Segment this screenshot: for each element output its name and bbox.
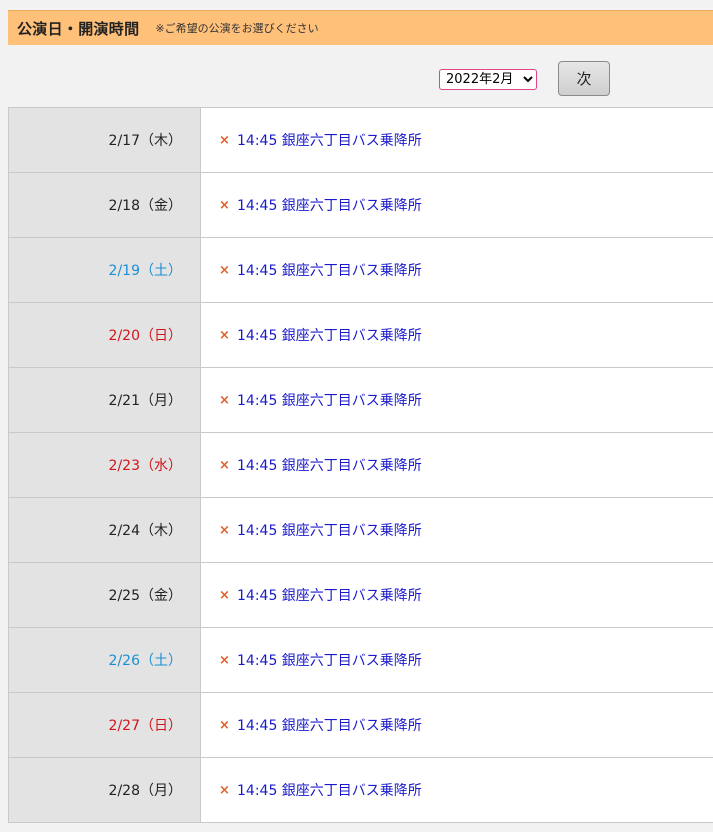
performance-link[interactable]: 14:45 銀座六丁目バス乗降所 (237, 130, 422, 150)
month-select[interactable]: 2022年2月 (439, 69, 537, 90)
next-month-button[interactable]: 次 (558, 61, 610, 96)
availability-mark: × (219, 132, 230, 148)
performance-cell: × 14:45 銀座六丁目バス乗降所 (201, 433, 713, 497)
availability-mark: × (219, 457, 230, 473)
performance-link[interactable]: 14:45 銀座六丁目バス乗降所 (237, 455, 422, 475)
performance-cell: × 14:45 銀座六丁目バス乗降所 (201, 758, 713, 822)
performance-selector: 公演日・開演時間 ※ご希望の公演をお選びください 2022年2月 次 2/17（… (8, 10, 713, 823)
date-cell: 2/24（木） (9, 498, 201, 562)
date-cell: 2/26（土） (9, 628, 201, 692)
schedule-row: 2/19（土） × 14:45 銀座六丁目バス乗降所 (9, 238, 713, 303)
date-cell: 2/27（日） (9, 693, 201, 757)
date-cell: 2/17（木） (9, 108, 201, 172)
performance-link[interactable]: 14:45 銀座六丁目バス乗降所 (237, 650, 422, 670)
performance-link[interactable]: 14:45 銀座六丁目バス乗降所 (237, 715, 422, 735)
date-cell: 2/28（月） (9, 758, 201, 822)
availability-mark: × (219, 522, 230, 538)
availability-mark: × (219, 782, 230, 798)
schedule-row: 2/27（日） × 14:45 銀座六丁目バス乗降所 (9, 693, 713, 758)
performance-cell: × 14:45 銀座六丁目バス乗降所 (201, 368, 713, 432)
schedule-row: 2/25（金） × 14:45 銀座六丁目バス乗降所 (9, 563, 713, 628)
schedule-row: 2/18（金） × 14:45 銀座六丁目バス乗降所 (9, 173, 713, 238)
date-cell: 2/20（日） (9, 303, 201, 367)
date-cell: 2/25（金） (9, 563, 201, 627)
schedule-row: 2/17（木） × 14:45 銀座六丁目バス乗降所 (9, 108, 713, 173)
performance-cell: × 14:45 銀座六丁目バス乗降所 (201, 238, 713, 302)
availability-mark: × (219, 717, 230, 733)
schedule-row: 2/28（月） × 14:45 銀座六丁目バス乗降所 (9, 758, 713, 823)
instruction-note: ※ご希望の公演をお選びください (155, 22, 319, 35)
schedule-table: 2/17（木） × 14:45 銀座六丁目バス乗降所 2/18（金） × 14:45 銀座… (8, 107, 713, 823)
section-header: 公演日・開演時間 ※ご希望の公演をお選びください (8, 10, 713, 45)
availability-mark: × (219, 652, 230, 668)
performance-link[interactable]: 14:45 銀座六丁目バス乗降所 (237, 390, 422, 410)
month-controls: 2022年2月 次 (8, 45, 713, 107)
performance-link[interactable]: 14:45 銀座六丁目バス乗降所 (237, 585, 422, 605)
performance-link[interactable]: 14:45 銀座六丁目バス乗降所 (237, 780, 422, 800)
date-cell: 2/21（月） (9, 368, 201, 432)
availability-mark: × (219, 197, 230, 213)
performance-cell: × 14:45 銀座六丁目バス乗降所 (201, 303, 713, 367)
date-cell: 2/23（水） (9, 433, 201, 497)
performance-cell: × 14:45 銀座六丁目バス乗降所 (201, 173, 713, 237)
availability-mark: × (219, 262, 230, 278)
schedule-row: 2/23（水） × 14:45 銀座六丁目バス乗降所 (9, 433, 713, 498)
section-title: 公演日・開演時間 (17, 19, 140, 38)
schedule-row: 2/20（日） × 14:45 銀座六丁目バス乗降所 (9, 303, 713, 368)
availability-mark: × (219, 392, 230, 408)
availability-mark: × (219, 587, 230, 603)
performance-link[interactable]: 14:45 銀座六丁目バス乗降所 (237, 520, 422, 540)
performance-cell: × 14:45 銀座六丁目バス乗降所 (201, 108, 713, 172)
schedule-row: 2/21（月） × 14:45 銀座六丁目バス乗降所 (9, 368, 713, 433)
performance-link[interactable]: 14:45 銀座六丁目バス乗降所 (237, 325, 422, 345)
date-cell: 2/19（土） (9, 238, 201, 302)
availability-mark: × (219, 327, 230, 343)
performance-link[interactable]: 14:45 銀座六丁目バス乗降所 (237, 260, 422, 280)
performance-link[interactable]: 14:45 銀座六丁目バス乗降所 (237, 195, 422, 215)
performance-cell: × 14:45 銀座六丁目バス乗降所 (201, 498, 713, 562)
performance-cell: × 14:45 銀座六丁目バス乗降所 (201, 693, 713, 757)
schedule-row: 2/26（土） × 14:45 銀座六丁目バス乗降所 (9, 628, 713, 693)
date-cell: 2/18（金） (9, 173, 201, 237)
schedule-row: 2/24（木） × 14:45 銀座六丁目バス乗降所 (9, 498, 713, 563)
performance-cell: × 14:45 銀座六丁目バス乗降所 (201, 628, 713, 692)
performance-cell: × 14:45 銀座六丁目バス乗降所 (201, 563, 713, 627)
